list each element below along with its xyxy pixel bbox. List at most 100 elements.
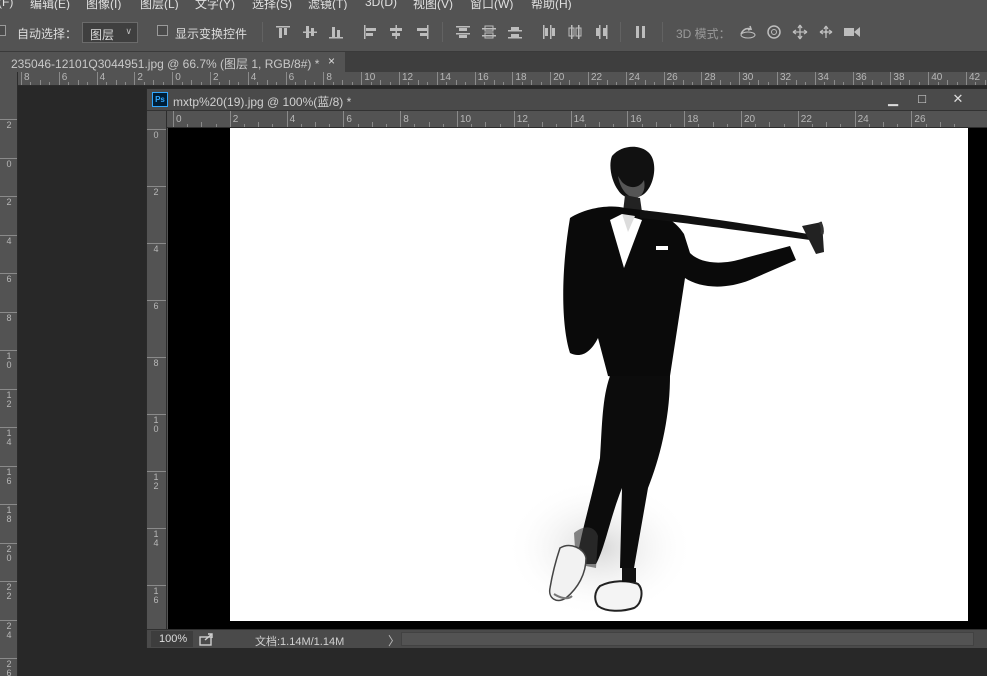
auto-align-layers-icon[interactable] [633,24,649,40]
ruler-minor-tick [471,124,473,127]
menu-help[interactable]: 帮助(H) [531,0,572,10]
ruler-tick [21,72,22,85]
ruler-tick [739,72,741,85]
ruler-label: 2 [137,72,143,83]
ruler-tick [550,72,552,85]
align-vertical-center-icon[interactable] [302,24,318,40]
document-title-bar[interactable]: Ps mxtp%20(19).jpg @ 100%(蓝/8) * ▁ □ ✕ [147,89,987,111]
ruler-minor-tick [371,122,373,127]
ruler-minor-tick [883,122,884,127]
ruler-tick [147,357,166,358]
share-icon[interactable] [199,632,215,646]
ruler-label: 14 [153,529,159,548]
3d-pan-icon[interactable] [790,24,810,40]
ruler-minor-tick [925,124,927,127]
ruler-label: 12 [6,389,12,409]
ruler-minor-tick [644,80,646,85]
ruler-minor-tick [427,82,429,85]
ruler-label: 20 [6,543,12,563]
3d-roll-icon[interactable] [764,24,784,40]
align-left-icon[interactable] [362,24,378,40]
ruler-minor-tick [414,124,416,127]
align-top-icon[interactable] [275,24,291,40]
ruler-label: 16 [630,114,642,125]
menu-image[interactable]: 图像(I) [86,0,121,10]
align-bottom-icon[interactable] [328,24,344,40]
auto-select-target-dropdown[interactable]: 图层 ∨ [82,22,138,43]
ruler-tick [627,111,629,127]
ruler-minor-tick [315,122,316,127]
ruler-minor-tick [30,82,32,85]
ruler-tick [0,658,17,659]
ruler-label: 26 [914,114,926,125]
restore-button[interactable]: □ [908,90,936,108]
document-vertical-ruler[interactable]: 0 2 4 6 8 10 12 14 16 [147,111,167,629]
vertical-ruler[interactable]: 202468101214161820222426 [0,72,18,676]
ruler-tick [229,111,231,127]
ruler-tick [0,196,17,197]
horizontal-scrollbar[interactable] [401,632,974,646]
document-canvas[interactable] [168,128,987,629]
menu-filter[interactable]: 滤镜(T) [308,0,347,10]
menu-file[interactable]: (F) [0,0,13,9]
ruler-minor-tick [755,124,757,127]
3d-rotate-icon[interactable] [738,24,758,40]
menu-select[interactable]: 选择(S) [252,0,292,10]
menu-type[interactable]: 文字(Y) [195,0,235,10]
minimize-button[interactable]: ▁ [879,90,907,108]
ruler-minor-tick [710,82,712,85]
distribute-right-icon[interactable] [593,24,609,40]
ruler-minor-tick [748,82,750,85]
show-transform-checkbox[interactable] [157,25,168,36]
menu-bar: (F) 编辑(E) 图像(I) 图层(L) 文字(Y) 选择(S) 滤镜(T) … [0,0,987,10]
ruler-minor-tick [559,82,561,85]
align-right-icon[interactable] [414,24,430,40]
ruler-tick [286,111,288,127]
ruler-minor-tick [805,82,807,85]
document-tab[interactable]: 235046-12101Q3044951.jpg @ 66.7% (图层 1, … [0,52,345,72]
3d-scale-icon[interactable] [842,24,862,40]
ruler-minor-tick [833,80,835,85]
ruler-label: 8 [326,72,332,83]
ruler-tick [134,72,136,85]
auto-select-checkbox[interactable] [0,25,6,36]
distribute-horizontal-center-icon[interactable] [567,24,583,40]
person-with-cane-silhouette [505,146,824,618]
distribute-left-icon[interactable] [541,24,557,40]
menu-3d[interactable]: 3D(D) [365,0,397,9]
align-horizontal-center-icon[interactable] [388,24,404,40]
ruler-tick [701,72,703,85]
3d-mode-label: 3D 模式： [676,27,731,41]
document-horizontal-ruler[interactable]: 0 2 4 6 8 10 12 14 16 18 20 22 24 26 [167,111,987,128]
menu-edit[interactable]: 编辑(E) [30,0,70,10]
ruler-label: 16 [6,466,12,486]
ruler-label: 8 [153,358,159,368]
close-tab-icon[interactable]: × [328,54,335,68]
ruler-label: 12 [153,472,159,491]
3d-slide-icon[interactable] [816,24,836,40]
status-menu-arrow-icon[interactable]: 〉 [388,632,400,649]
ruler-minor-tick [442,124,444,127]
ruler-label: 0 [176,114,182,125]
ruler-minor-tick [824,82,826,85]
distribute-bottom-icon[interactable] [507,24,523,40]
menu-window[interactable]: 窗口(W) [470,0,513,10]
ruler-tick [285,72,287,85]
ruler-tick [911,111,913,127]
ruler-minor-tick [954,124,955,127]
zoom-level-field[interactable]: 100% [151,631,193,647]
ruler-label: 0 [153,130,159,140]
ruler-tick [399,72,400,85]
menu-view[interactable]: 视图(V) [413,0,453,10]
horizontal-ruler[interactable]: 8 6 4 2 0 2 4 6 8 10 12 14 16 18 20 22 24 26 28 30 32 34 36 38 4… [18,72,987,86]
distribute-vertical-center-icon[interactable] [481,24,497,40]
ruler-minor-tick [812,124,813,127]
ruler-minor-tick [455,80,457,85]
ruler-tick [400,111,402,127]
close-window-button[interactable]: ✕ [944,90,972,108]
distribute-top-icon[interactable] [455,24,471,40]
menu-layer[interactable]: 图层(L) [140,0,179,10]
ruler-minor-tick [909,80,911,85]
status-bar: 100% 文档:1.14M/1.14M 〉 [147,629,987,648]
workspace-background [146,648,987,676]
